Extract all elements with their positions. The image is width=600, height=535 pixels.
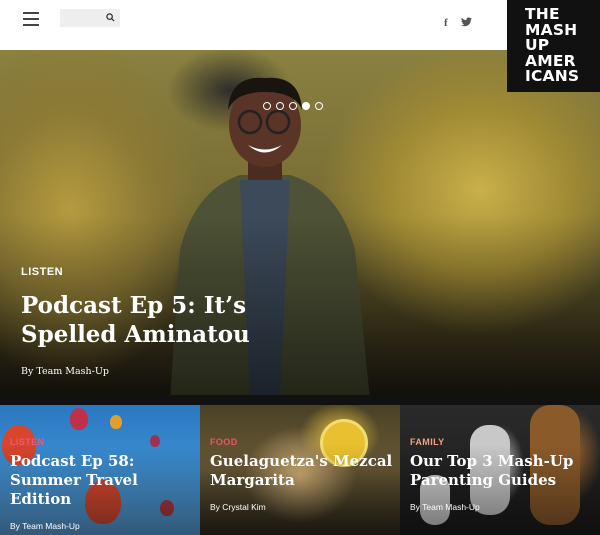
slider-dot[interactable] bbox=[276, 102, 284, 110]
site-logo[interactable]: THE MASH UP AMER ICANS bbox=[507, 0, 600, 92]
menu-icon[interactable] bbox=[23, 12, 39, 26]
card-text: LISTEN Podcast Ep 58: Summer Travel Edit… bbox=[10, 437, 200, 531]
facebook-icon[interactable]: f bbox=[444, 17, 448, 29]
card-title[interactable]: Podcast Ep 58: Summer Travel Edition bbox=[10, 452, 200, 509]
hero-title[interactable]: Podcast Ep 5: It’s Spelled Aminatou bbox=[21, 291, 301, 349]
card-category[interactable]: LISTEN bbox=[10, 437, 200, 447]
card-podcast-summer[interactable]: LISTEN Podcast Ep 58: Summer Travel Edit… bbox=[0, 405, 200, 535]
card-category[interactable]: FAMILY bbox=[410, 437, 600, 447]
hero-slider[interactable]: LISTEN Podcast Ep 5: It’s Spelled Aminat… bbox=[0, 50, 600, 395]
card-text: FAMILY Our Top 3 Mash-Up Parenting Guide… bbox=[410, 437, 600, 512]
logo-line: ICANS bbox=[525, 67, 580, 85]
card-author: By Crystal Kim bbox=[210, 502, 266, 512]
slider-dots bbox=[263, 102, 323, 110]
slider-dot[interactable] bbox=[315, 102, 323, 110]
slider-dot-active[interactable] bbox=[302, 102, 310, 110]
search-input[interactable] bbox=[60, 10, 104, 29]
featured-cards: LISTEN Podcast Ep 58: Summer Travel Edit… bbox=[0, 405, 600, 535]
twitter-icon[interactable] bbox=[461, 17, 472, 30]
hero-author: By Team Mash-Up bbox=[21, 366, 109, 377]
card-parenting-guides[interactable]: FAMILY Our Top 3 Mash-Up Parenting Guide… bbox=[400, 405, 600, 535]
hero-category[interactable]: LISTEN bbox=[21, 266, 301, 278]
card-category[interactable]: FOOD bbox=[210, 437, 400, 447]
slider-dot[interactable] bbox=[263, 102, 271, 110]
card-author: By Team Mash-Up bbox=[410, 502, 480, 512]
card-title[interactable]: Guelaguetza's Mezcal Margarita bbox=[210, 452, 400, 490]
search-icon[interactable] bbox=[106, 13, 115, 22]
search-box[interactable] bbox=[60, 9, 120, 29]
hero-text: LISTEN Podcast Ep 5: It’s Spelled Aminat… bbox=[21, 266, 301, 377]
card-text: FOOD Guelaguetza's Mezcal Margarita By C… bbox=[210, 437, 400, 512]
card-author: By Team Mash-Up bbox=[10, 521, 80, 531]
card-mezcal-margarita[interactable]: FOOD Guelaguetza's Mezcal Margarita By C… bbox=[200, 405, 400, 535]
card-title[interactable]: Our Top 3 Mash-Up Parenting Guides bbox=[410, 452, 600, 490]
slider-dot[interactable] bbox=[289, 102, 297, 110]
